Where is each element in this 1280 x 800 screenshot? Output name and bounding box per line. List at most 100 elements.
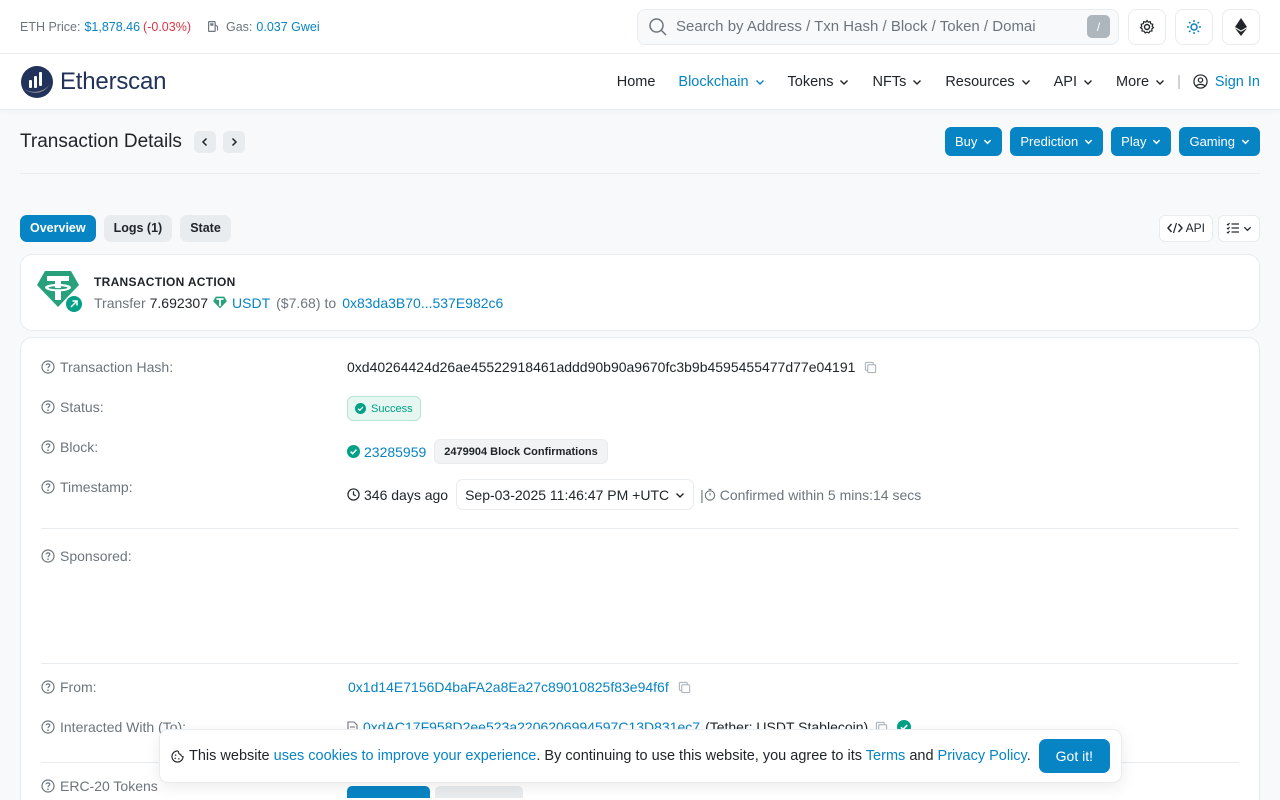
from-address-link[interactable]: 0x1d14E7156D4baFA2a8Ea27c89010825f83e94f… xyxy=(348,679,669,695)
nav-nfts[interactable]: NFTs xyxy=(872,74,922,90)
erc20-toggle-primary[interactable] xyxy=(347,786,430,798)
action-to-address-link[interactable]: 0x83da3B70...537E982c6 xyxy=(342,295,503,311)
tether-logo xyxy=(37,269,85,317)
chevron-down-icon xyxy=(755,79,764,85)
top-stats-bar: ETH Price: $1,878.46 (-0.03%) Gas: 0.037… xyxy=(0,0,1280,54)
chevron-left-icon xyxy=(201,137,207,146)
copy-icon[interactable] xyxy=(864,361,877,374)
question-circle-icon[interactable] xyxy=(41,440,55,454)
etherscan-logo[interactable]: Etherscan xyxy=(20,65,166,99)
chevron-down-icon xyxy=(840,79,849,85)
question-circle-icon[interactable] xyxy=(41,549,55,563)
erc20-toggle-secondary[interactable] xyxy=(435,786,523,798)
sponsored-label: Sponsored: xyxy=(41,543,347,564)
api-button[interactable]: API xyxy=(1158,214,1213,242)
previous-txn-button[interactable] xyxy=(193,130,216,153)
search-input[interactable] xyxy=(676,18,1087,35)
timestamp-label: Timestamp: xyxy=(41,474,347,495)
status-label-text: Status: xyxy=(60,399,104,415)
hash-label: Transaction Hash: xyxy=(41,354,347,375)
tab-state[interactable]: State xyxy=(180,214,231,242)
question-circle-icon[interactable] xyxy=(41,480,55,494)
action-to-word: to xyxy=(324,294,337,311)
chevron-down-icon xyxy=(676,492,685,498)
main-navbar: Etherscan Home Blockchain Tokens NFTs Re… xyxy=(0,54,1280,110)
timestamp-format-select[interactable]: Sep-03-2025 11:46:47 PM +UTC xyxy=(456,479,695,510)
search-icon xyxy=(649,17,667,36)
question-circle-icon[interactable] xyxy=(41,400,55,414)
cookie-banner: This website uses cookies to improve you… xyxy=(159,729,1122,783)
confirmed-within-text: Confirmed within 5 mins:14 secs xyxy=(719,486,922,503)
hash-value: 0xd40264424d26ae45522918461addd90b90a967… xyxy=(347,359,856,375)
chevron-down-icon xyxy=(1084,79,1093,85)
gear-icon xyxy=(1139,18,1155,34)
code-icon xyxy=(1166,222,1183,234)
hash-label-text: Transaction Hash: xyxy=(60,359,174,375)
cookie-and: and xyxy=(909,748,934,764)
prediction-button[interactable]: Prediction xyxy=(1010,127,1104,156)
cookie-policy-link[interactable]: uses cookies to improve your experience xyxy=(274,748,537,764)
nav-tokens[interactable]: Tokens xyxy=(788,74,850,90)
action-token-link[interactable]: USDT xyxy=(232,295,270,311)
status-badge-text: Success xyxy=(371,402,413,415)
gas-value[interactable]: 0.037 Gwei xyxy=(256,20,319,34)
chevron-down-icon xyxy=(984,139,992,145)
network-button[interactable] xyxy=(1222,8,1260,45)
nav-more-label: More xyxy=(1116,73,1150,90)
tab-actions: API xyxy=(1154,214,1260,242)
gaming-button[interactable]: Gaming xyxy=(1179,127,1260,156)
block-label-text: Block: xyxy=(60,439,99,455)
question-circle-icon[interactable] xyxy=(41,779,55,793)
nav-resources-label: Resources xyxy=(945,73,1015,90)
gaming-label: Gaming xyxy=(1189,134,1235,149)
section-divider xyxy=(41,528,1239,529)
timestamp-ago: 346 days ago xyxy=(364,486,449,503)
nav-api[interactable]: API xyxy=(1054,74,1093,90)
from-label-text: From: xyxy=(60,679,97,695)
chevron-right-icon xyxy=(231,137,237,146)
chevron-down-icon xyxy=(1021,79,1030,85)
question-circle-icon[interactable] xyxy=(41,720,55,734)
play-button[interactable]: Play xyxy=(1111,127,1172,156)
block-confirmations-badge: 2479904 Block Confirmations xyxy=(434,439,608,464)
nav-tokens-label: Tokens xyxy=(787,73,834,90)
copy-icon[interactable] xyxy=(678,681,691,694)
next-txn-button[interactable] xyxy=(222,130,245,153)
got-it-button[interactable]: Got it! xyxy=(1038,739,1110,773)
outgoing-arrow-badge-icon xyxy=(65,294,83,313)
settings-button[interactable] xyxy=(1128,8,1166,45)
nav-blockchain[interactable]: Blockchain xyxy=(678,74,764,90)
ethereum-icon xyxy=(1235,17,1247,36)
chevron-down-icon xyxy=(1241,139,1250,145)
buy-label: Buy xyxy=(954,134,978,149)
terms-link[interactable]: Terms xyxy=(866,748,905,764)
from-value-container: 0x1d14E7156D4baFA2a8Ea27c89010825f83e94f… xyxy=(347,674,1239,695)
privacy-policy-link[interactable]: Privacy Policy xyxy=(938,748,1027,764)
question-circle-icon[interactable] xyxy=(41,360,55,374)
nav-home[interactable]: Home xyxy=(617,74,656,90)
tab-overview[interactable]: Overview xyxy=(20,214,96,242)
row-sponsored: Sponsored: xyxy=(41,543,1239,663)
block-number-link[interactable]: 23285959 xyxy=(364,444,426,460)
page-title: Transaction Details xyxy=(20,130,182,152)
tether-small-icon xyxy=(213,296,227,309)
prediction-label: Prediction xyxy=(1020,134,1079,149)
gas-label: Gas: xyxy=(225,19,253,34)
question-circle-icon[interactable] xyxy=(41,680,55,694)
buy-button[interactable]: Buy xyxy=(944,127,1003,156)
eth-price-value[interactable]: $1,878.46 xyxy=(84,20,140,34)
theme-toggle-button[interactable] xyxy=(1175,8,1213,45)
nav-more[interactable]: More xyxy=(1116,74,1165,90)
cookie-middle: . By continuing to use this website, you… xyxy=(536,748,863,764)
timestamp-value-container: 346 days ago Sep-03-2025 11:46:47 PM +UT… xyxy=(347,474,1239,510)
detail-tabs: Overview Logs (1) State API xyxy=(20,214,1260,242)
search-shortcut-key: / xyxy=(1087,15,1110,38)
list-options-button[interactable] xyxy=(1218,214,1260,242)
chevron-down-icon xyxy=(1085,139,1093,145)
nav-resources[interactable]: Resources xyxy=(945,74,1030,90)
tab-logs[interactable]: Logs (1) xyxy=(103,214,173,242)
eth-price: ETH Price: $1,878.46 (-0.03%) xyxy=(20,20,191,34)
sponsored-label-text: Sponsored: xyxy=(60,548,132,564)
nav-nfts-label: NFTs xyxy=(872,73,907,90)
sign-in-link[interactable]: Sign In xyxy=(1193,74,1260,90)
